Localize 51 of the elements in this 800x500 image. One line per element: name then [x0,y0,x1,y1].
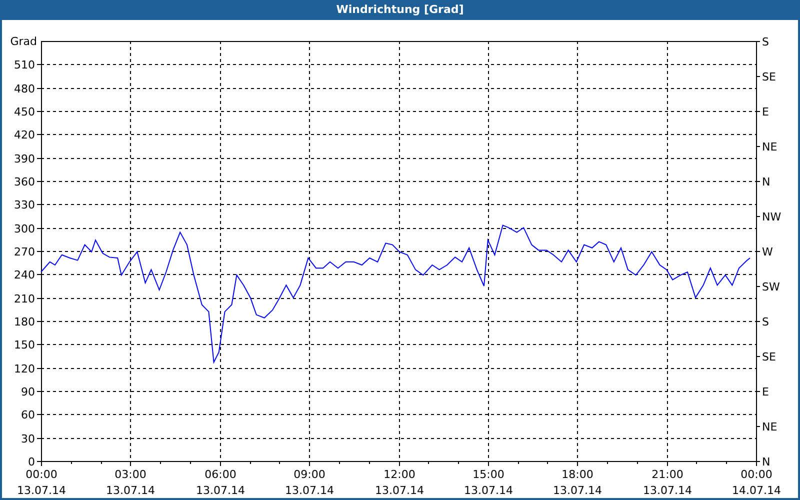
compass-label: SE [762,70,776,84]
date-label: 13.07.14 [285,484,334,497]
y-axis-label: 150 [14,338,35,352]
x-axis-label: 09:00 [294,468,326,481]
date-label: 13.07.14 [375,484,424,497]
x-axis-label: 18:00 [562,468,594,481]
compass-label: S [762,316,769,328]
date-label: 14.07.14 [732,484,781,497]
compass-label: E [762,386,769,398]
y-axis-label: 270 [14,246,35,258]
x-axis-label: 12:00 [384,468,416,481]
compass-label: N [762,176,770,188]
y-axis-label: 30 [21,432,35,446]
window-title: Windrichtung [Grad] [336,2,464,18]
date-label: 13.07.14 [553,484,602,497]
y-axis-title: Grad [10,35,37,48]
y-axis-label: 510 [14,58,35,72]
compass-label: SW [762,280,780,294]
compass-label: NE [762,140,778,154]
date-label: 13.07.14 [196,484,245,497]
y-axis-label: 390 [14,152,35,166]
compass-label: S [762,36,769,48]
x-axis-label: 15:00 [472,468,504,481]
y-axis-label: 420 [14,128,35,142]
x-axis-label: 21:00 [652,468,684,481]
compass-label: W [762,246,773,258]
compass-label: NW [762,210,782,224]
x-axis-label: 06:00 [204,468,236,481]
y-axis-label: 360 [14,176,35,188]
y-axis-label: 120 [14,362,35,376]
y-axis-label: 300 [14,222,35,236]
date-label: 13.07.14 [106,484,155,497]
compass-label: E [762,106,769,118]
y-axis-label: 90 [21,386,35,398]
y-axis-label: 210 [14,292,35,306]
x-axis-label: 00:00 [740,468,772,481]
y-axis-label: 240 [14,268,35,282]
x-axis-label: 00:00 [26,468,58,481]
y-axis-label: 180 [14,316,35,328]
compass-label: NE [762,420,778,434]
y-axis-label: 0 [28,456,35,468]
y-axis-label: 330 [14,198,35,212]
compass-label: SE [762,350,776,364]
date-label: 13.07.14 [643,484,692,497]
date-label: 13.07.14 [17,484,66,497]
date-label: 13.07.14 [464,484,513,497]
y-axis-label: 60 [21,408,35,422]
x-axis-label: 03:00 [114,468,146,481]
y-axis-label: 480 [14,82,35,96]
y-axis-label: 450 [14,106,35,118]
compass-label: N [762,456,770,468]
